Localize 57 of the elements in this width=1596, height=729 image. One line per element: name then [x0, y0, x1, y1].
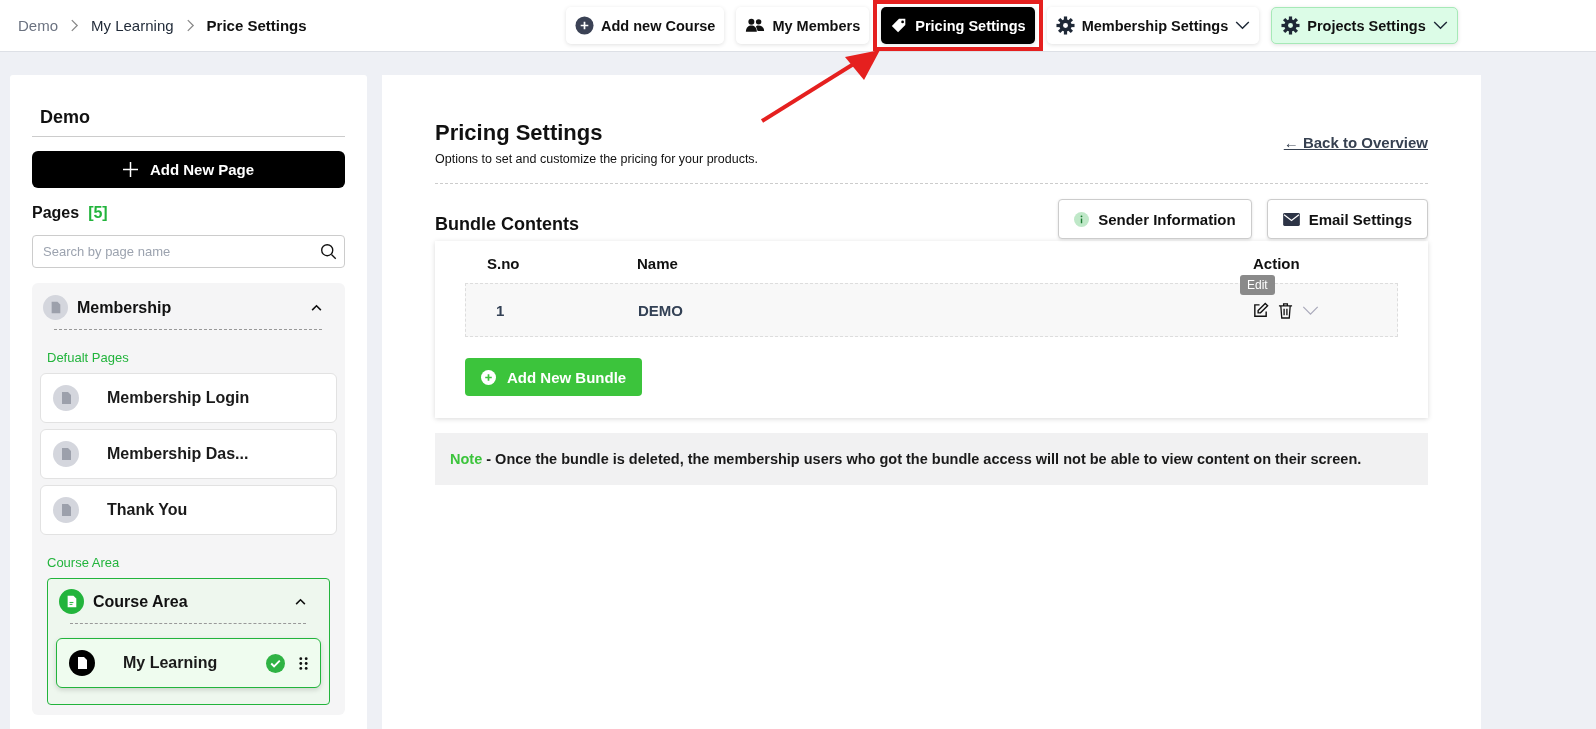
info-icon — [1074, 211, 1090, 227]
page-item[interactable]: My Learning — [56, 638, 321, 688]
search-icon — [320, 243, 337, 260]
chevron-up-icon[interactable] — [295, 598, 306, 605]
section-caption: Defualt Pages — [47, 350, 130, 365]
trash-icon[interactable] — [1278, 301, 1293, 319]
settings-icon — [1055, 16, 1075, 35]
settings-icon — [1281, 16, 1301, 35]
table-cell-text: 1 — [495, 301, 506, 319]
pages-heading: Pages — [32, 204, 80, 222]
chevron-right-icon — [70, 19, 79, 32]
toolbar-button[interactable]: Pricing Settings — [881, 7, 1035, 44]
page-title: Pricing Settings — [435, 120, 604, 146]
plus-icon — [122, 162, 138, 177]
settings-button[interactable]: Email Settings — [1266, 199, 1428, 239]
group-title: Course Area — [93, 592, 189, 611]
page-subtitle: Options to set and customize the pricing for your products. — [435, 152, 759, 166]
chevron-up-icon[interactable] — [311, 304, 322, 311]
toolbar-button[interactable]: My Members — [736, 7, 870, 44]
toolbar-button[interactable]: Projects Settings — [1271, 7, 1458, 44]
drag-handle-icon[interactable] — [299, 656, 308, 670]
edit-icon[interactable] — [1252, 301, 1269, 319]
column-header: Action — [1253, 255, 1301, 272]
tooltip: Edit — [1240, 274, 1275, 295]
toolbar-button[interactable]: Add new Course — [566, 7, 725, 44]
breadcrumb-link[interactable]: Demo — [18, 17, 58, 34]
page-count: [5] — [88, 204, 108, 222]
page-item[interactable]: Thank You — [40, 485, 337, 535]
document-icon — [53, 441, 79, 467]
section-title: Bundle Contents — [435, 213, 579, 235]
chevron-right-icon — [185, 19, 195, 32]
users-icon — [745, 18, 766, 33]
breadcrumb-link[interactable]: Price Settings — [206, 17, 307, 34]
page-item[interactable]: Membership Login — [40, 373, 337, 423]
section-caption: Course Area — [47, 555, 121, 570]
document-icon — [59, 589, 84, 614]
page-item[interactable]: Membership Das... — [40, 429, 337, 479]
toolbar-button[interactable]: Membership Settings — [1046, 7, 1260, 44]
document-icon — [53, 385, 79, 411]
breadcrumb-link[interactable]: My Learning — [91, 17, 174, 34]
add-page-button[interactable]: Add New Page — [32, 151, 345, 188]
back-link[interactable]: ← Back to Overview — [1283, 134, 1428, 151]
group-title: Membership — [77, 298, 173, 317]
document-icon — [43, 295, 68, 320]
search-field[interactable]: Search by page name — [32, 235, 345, 268]
plus-circle-icon — [481, 369, 496, 385]
note-text: - Once the bundle is deleted, the membership users who got the bundle access will not be able to view content on their screen. — [485, 451, 1362, 467]
column-header: S.no — [486, 255, 521, 272]
document-icon — [69, 650, 95, 676]
column-header: Name — [637, 255, 679, 272]
settings-button[interactable]: Sender Information — [1058, 199, 1252, 239]
plus-circle-icon — [575, 16, 594, 35]
document-icon — [53, 497, 79, 523]
project-title: Demo — [32, 99, 345, 137]
table-cell-text: DEMO — [638, 301, 684, 319]
mail-icon — [1282, 212, 1300, 226]
note-label: Note — [450, 451, 483, 467]
